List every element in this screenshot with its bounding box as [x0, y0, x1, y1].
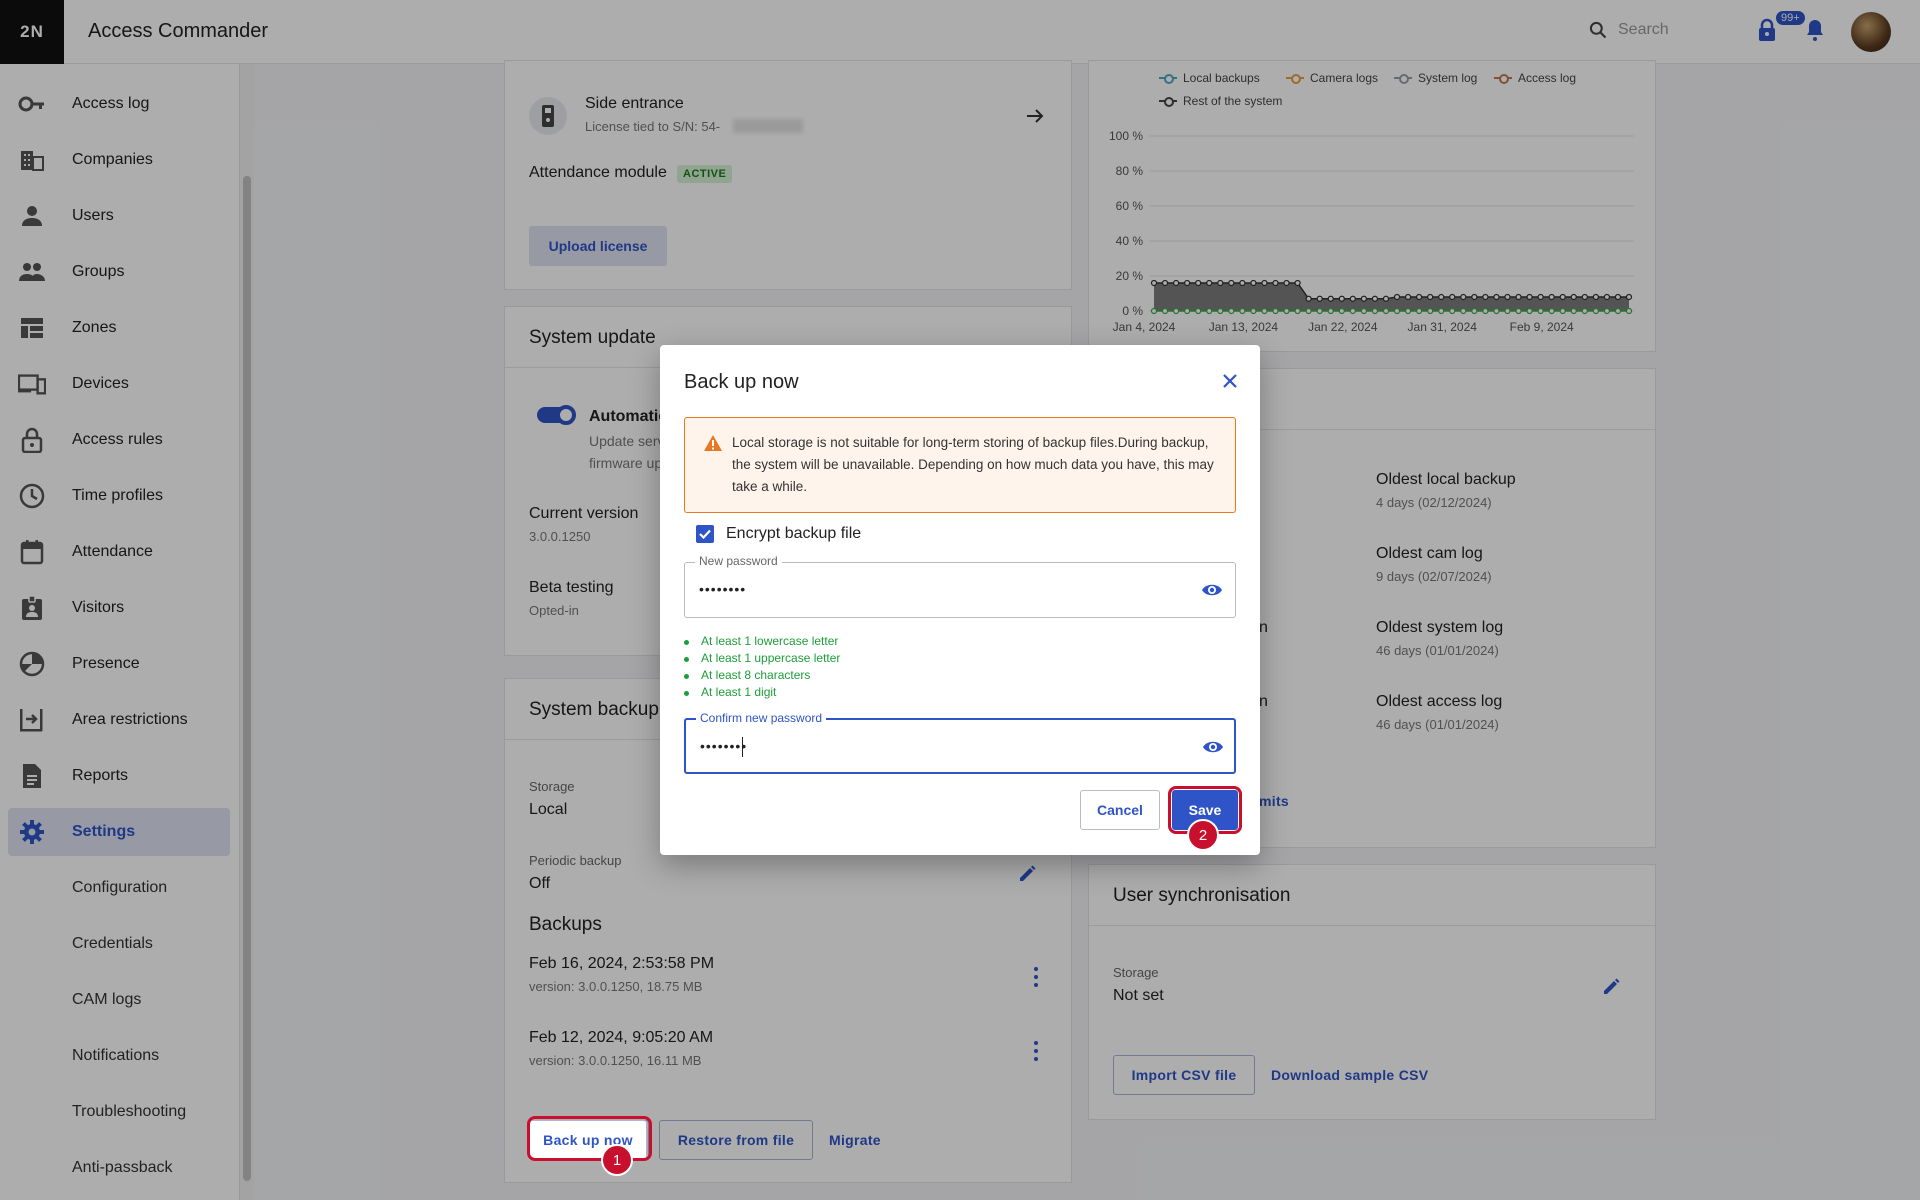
password-rule: At least 1 lowercase letter	[684, 633, 840, 650]
warning-banner: Local storage is not suitable for long-t…	[684, 417, 1236, 513]
close-icon[interactable]	[1218, 369, 1242, 393]
text-cursor	[742, 737, 743, 757]
confirm-password-input[interactable]: ••••••••	[700, 738, 747, 754]
callout-marker-2: 2	[1187, 819, 1219, 851]
encrypt-label[interactable]: Encrypt backup file	[726, 525, 861, 543]
dialog-title: Back up now	[684, 371, 799, 393]
cancel-button[interactable]: Cancel	[1080, 790, 1160, 830]
confirm-password-field[interactable]: Confirm new password ••••••••	[684, 711, 1236, 774]
confirm-password-label: Confirm new password	[696, 711, 827, 725]
password-rule: At least 1 uppercase letter	[684, 650, 840, 667]
new-password-field[interactable]: New password ••••••••	[684, 554, 1236, 618]
new-password-label: New password	[695, 554, 782, 568]
eye-icon[interactable]	[1202, 737, 1224, 757]
checkmark-icon	[699, 529, 711, 540]
password-rule: At least 8 characters	[684, 667, 840, 684]
new-password-input[interactable]: ••••••••	[699, 581, 746, 597]
eye-icon[interactable]	[1201, 580, 1223, 600]
password-rules: At least 1 lowercase letter At least 1 u…	[684, 633, 840, 701]
warning-icon	[704, 435, 722, 451]
encrypt-checkbox[interactable]	[696, 525, 714, 543]
callout-marker-1: 1	[601, 1144, 633, 1176]
backup-dialog: Back up now Local storage is not suitabl…	[660, 345, 1260, 855]
callout-highlight	[527, 1116, 652, 1161]
password-rule: At least 1 digit	[684, 684, 840, 701]
warning-text: Local storage is not suitable for long-t…	[732, 435, 1214, 494]
